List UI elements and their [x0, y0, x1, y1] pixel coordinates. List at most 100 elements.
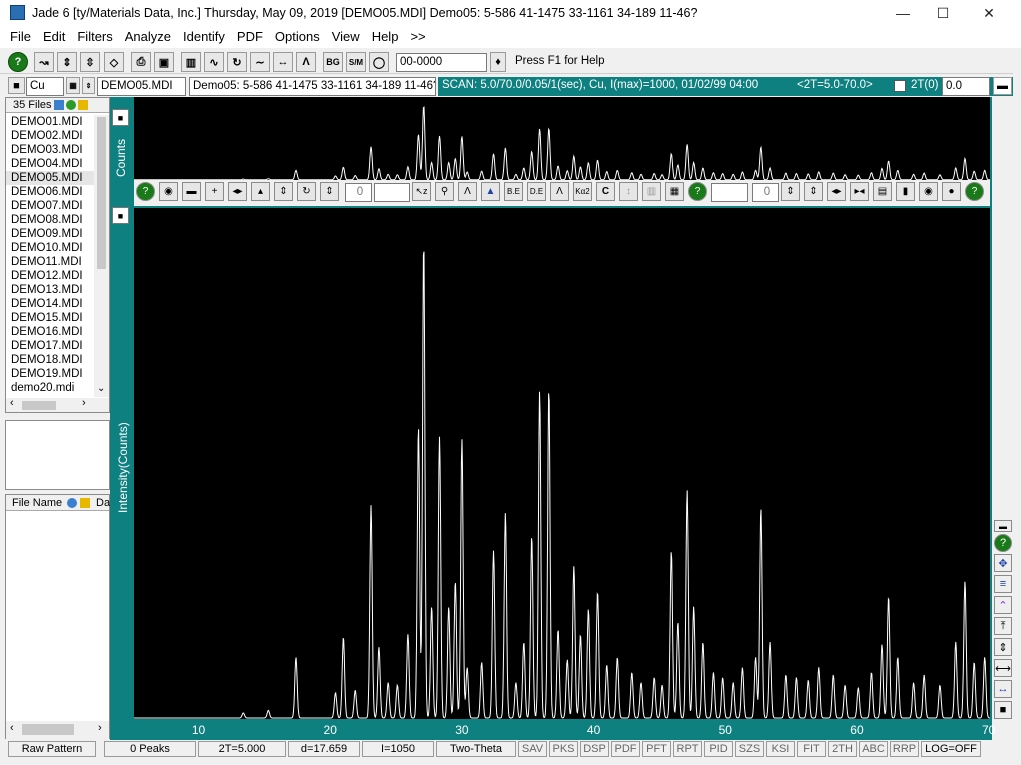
file-list-item[interactable]: demo20.mdi: [6, 381, 94, 395]
c-icon[interactable]: C: [596, 182, 615, 201]
status-tab-2th[interactable]: 2TH: [828, 741, 857, 757]
main-toggle-icon[interactable]: ■: [112, 207, 129, 224]
file-list-item[interactable]: DEMO16.MDI: [6, 325, 94, 339]
target-icon[interactable]: ◉: [919, 182, 938, 201]
file-select[interactable]: DEMO05.MDI: [97, 77, 186, 96]
zoom-cursor-icon[interactable]: ↖z: [412, 182, 431, 201]
spin-icon[interactable]: ⇕: [82, 77, 95, 94]
be-icon[interactable]: B.E: [504, 182, 523, 201]
menu-edit[interactable]: Edit: [37, 26, 71, 48]
status-tab-pks[interactable]: PKS: [549, 741, 578, 757]
up-icon[interactable]: ⇕: [781, 182, 800, 201]
file-list-item[interactable]: DEMO08.MDI: [6, 213, 94, 227]
col-filename[interactable]: File Name: [12, 497, 62, 509]
menu-file[interactable]: File: [4, 26, 37, 48]
status-tab-rrp[interactable]: RRP: [890, 741, 919, 757]
file-list-item[interactable]: DEMO12.MDI: [6, 269, 94, 283]
stop-icon[interactable]: ●: [942, 182, 961, 201]
file-list-item[interactable]: DEMO06.MDI: [6, 185, 94, 199]
mini-icon[interactable]: ▬: [994, 520, 1012, 532]
two-theta-zero-checkbox[interactable]: [894, 80, 906, 92]
status-log[interactable]: LOG=OFF: [921, 741, 981, 757]
bars-icon[interactable]: ▥: [642, 182, 661, 201]
help-icon-right[interactable]: ?: [994, 534, 1012, 552]
sort-icon[interactable]: [67, 498, 77, 508]
square-icon[interactable]: ■: [994, 701, 1012, 719]
bg-button[interactable]: BG: [323, 52, 343, 72]
menu-help[interactable]: Help: [366, 26, 405, 48]
up-down-icon[interactable]: ⇕: [57, 52, 77, 72]
compress-icon[interactable]: ↔: [994, 680, 1012, 698]
bar-pattern-icon[interactable]: ▥: [181, 52, 201, 72]
file-list-item[interactable]: DEMO15.MDI: [6, 311, 94, 325]
file-list-item[interactable]: DEMO13.MDI: [6, 283, 94, 297]
folder-icon[interactable]: [78, 100, 88, 110]
calc-icon[interactable]: ▦: [66, 77, 80, 94]
print-icon[interactable]: ⎙: [131, 52, 151, 72]
smooth-icon[interactable]: ∿: [204, 52, 224, 72]
zoom-out-icon[interactable]: ⇳: [80, 52, 100, 72]
file-list-item[interactable]: DEMO10.MDI: [6, 241, 94, 255]
details-scrollbar[interactable]: ‹ ›: [6, 721, 109, 739]
height-icon[interactable]: ↕: [619, 182, 638, 201]
peak-icon[interactable]: Λ: [296, 52, 316, 72]
cursor-icon[interactable]: ◉: [159, 182, 178, 201]
noise-icon[interactable]: ∼: [250, 52, 270, 72]
scan-icon[interactable]: ↝: [34, 52, 54, 72]
scroll-left-icon[interactable]: ‹: [10, 722, 14, 734]
panel-toggle-icon[interactable]: ▬: [993, 77, 1012, 95]
merge-icon[interactable]: ▸◂: [850, 182, 869, 201]
grid-icon[interactable]: ▦: [665, 182, 684, 201]
diff-icon[interactable]: ↔: [273, 52, 293, 72]
open-folder-icon[interactable]: ■: [8, 77, 25, 94]
file-list-item[interactable]: DEMO11.MDI: [6, 255, 94, 269]
top-icon[interactable]: ⤒: [994, 617, 1012, 635]
align-icon[interactable]: ≡: [994, 575, 1012, 593]
main-plot[interactable]: [134, 208, 990, 719]
help-icon[interactable]: ?: [136, 182, 155, 201]
status-tab-rpt[interactable]: RPT: [673, 741, 702, 757]
col-da[interactable]: Da: [96, 497, 110, 509]
down-icon[interactable]: ⇕: [804, 182, 823, 201]
toolbar-value[interactable]: 0: [752, 183, 779, 202]
drop-icon[interactable]: ♦: [490, 52, 506, 72]
de-icon[interactable]: D.E: [527, 182, 546, 201]
menu-filters[interactable]: Filters: [71, 26, 118, 48]
diamond-icon[interactable]: ◇: [104, 52, 124, 72]
menu-identify[interactable]: Identify: [177, 26, 231, 48]
shrink-v-icon[interactable]: ⇕: [274, 182, 293, 201]
expand-h-icon[interactable]: ◂▸: [228, 182, 247, 201]
maximize-button[interactable]: ☐: [920, 0, 966, 26]
scroll-right-icon[interactable]: ›: [98, 722, 102, 734]
save-icon[interactable]: ▣: [154, 52, 174, 72]
scale-icon[interactable]: ⇕: [320, 182, 339, 201]
folder-icon[interactable]: [80, 498, 90, 508]
file-list-item[interactable]: DEMO14.MDI: [6, 297, 94, 311]
file-list-item[interactable]: DEMO01.MDI: [6, 115, 94, 129]
file-list-item[interactable]: DEMO17.MDI: [6, 339, 94, 353]
area-icon[interactable]: ▲: [481, 182, 500, 201]
status-tab-pft[interactable]: PFT: [642, 741, 671, 757]
plus-icon[interactable]: +: [205, 182, 224, 201]
status-mode[interactable]: Raw Pattern: [8, 741, 96, 757]
menu-view[interactable]: View: [326, 26, 366, 48]
globe-icon[interactable]: ◯: [369, 52, 389, 72]
file-list-item[interactable]: DEMO03.MDI: [6, 143, 94, 157]
scroll-left-icon[interactable]: ‹: [10, 397, 14, 409]
profile-icon[interactable]: Λ: [550, 182, 569, 201]
updown-icon[interactable]: ⇕: [994, 638, 1012, 656]
plot-select[interactable]: [711, 183, 748, 202]
overview-toggle-icon[interactable]: ■: [112, 109, 129, 126]
refresh-icon[interactable]: ↻: [227, 52, 247, 72]
status-peaks[interactable]: 0 Peaks: [104, 741, 196, 757]
status-axis[interactable]: Two-Theta: [436, 741, 516, 757]
close-button[interactable]: ✕: [966, 0, 1012, 26]
shift-up-icon[interactable]: ⌃: [994, 596, 1012, 614]
stick-icon[interactable]: ▮: [896, 182, 915, 201]
menu-analyze[interactable]: Analyze: [119, 26, 177, 48]
move-icon[interactable]: ✥: [994, 554, 1012, 572]
menu-options[interactable]: Options: [269, 26, 326, 48]
sm-button[interactable]: S/M: [346, 52, 366, 72]
status-tab-ksi[interactable]: KSI: [766, 741, 795, 757]
status-tab-fit[interactable]: FIT: [797, 741, 826, 757]
